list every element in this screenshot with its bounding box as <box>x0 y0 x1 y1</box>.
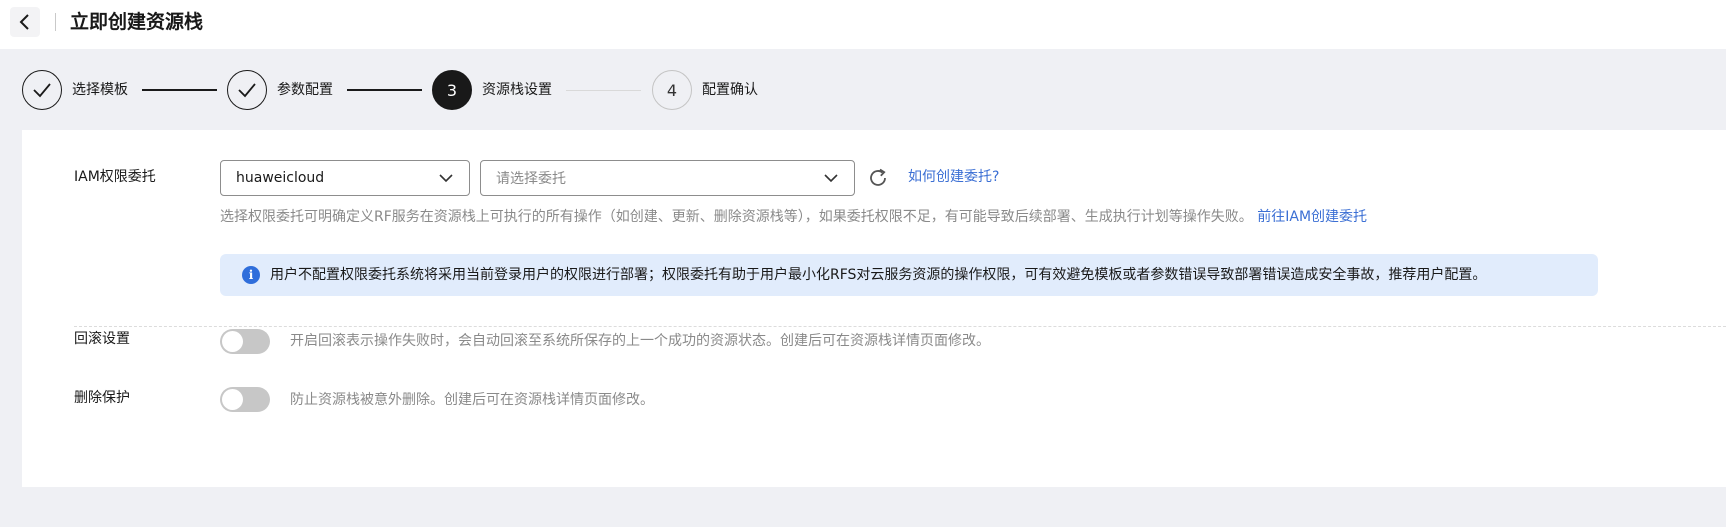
how-to-create-agency-link[interactable]: 如何创建委托? <box>908 167 999 187</box>
step-3-indicator: 3 <box>432 70 472 110</box>
agency-placeholder: 请选择委托 <box>496 171 566 187</box>
deletion-protection-label: 删除保护 <box>74 390 130 406</box>
go-to-iam-link[interactable]: 前往IAM创建委托 <box>1257 209 1367 225</box>
step-4-number: 4 <box>666 80 678 100</box>
step-connector <box>347 89 422 91</box>
iam-hint: 选择权限委托可明确定义RF服务在资源栈上可执行的所有操作（如创建、更新、删除资源… <box>220 207 1367 227</box>
top-bar: 立即创建资源栈 <box>0 0 1726 49</box>
check-icon <box>238 83 256 98</box>
step-3-label: 资源栈设置 <box>482 82 552 98</box>
agency-select[interactable]: 请选择委托 <box>480 160 855 196</box>
info-banner: i 用户不配置权限委托系统将采用当前登录用户的权限进行部署；权限委托有助于用户最… <box>220 254 1598 296</box>
step-1-label: 选择模板 <box>72 82 128 98</box>
step-3-number: 3 <box>446 80 458 100</box>
rollback-label: 回滚设置 <box>74 331 130 347</box>
stack-settings-card: IAM权限委托 huaweicloud 请选择委托 如何创建委托? 选择权限委托… <box>22 130 1726 487</box>
page-title: 立即创建资源栈 <box>70 11 204 33</box>
deletion-protection-description: 防止资源栈被意外删除。创建后可在资源栈详情页面修改。 <box>290 392 654 408</box>
back-button[interactable] <box>10 7 40 37</box>
check-icon <box>33 83 51 98</box>
chevron-down-icon <box>439 174 453 183</box>
step-2-indicator <box>227 70 267 110</box>
step-2-label: 参数配置 <box>277 82 333 98</box>
chevron-down-icon <box>824 174 838 183</box>
info-text: 用户不配置权限委托系统将采用当前登录用户的权限进行部署；权限委托有助于用户最小化… <box>270 267 1487 283</box>
stepper: 选择模板 参数配置 3 资源栈设置 4 配置确认 <box>0 70 1726 110</box>
iam-label: IAM权限委托 <box>74 169 156 185</box>
step-1-indicator <box>22 70 62 110</box>
rollback-description: 开启回滚表示操作失败时，会自动回滚至系统所保存的上一个成功的资源状态。创建后可在… <box>290 333 990 349</box>
provider-value: huaweicloud <box>236 170 325 186</box>
title-divider <box>55 13 56 31</box>
step-4-label: 配置确认 <box>702 82 758 98</box>
chevron-left-icon <box>19 14 29 30</box>
info-icon: i <box>242 266 260 284</box>
deletion-protection-toggle[interactable] <box>220 387 270 412</box>
section-divider <box>74 326 1726 327</box>
step-4-indicator: 4 <box>652 70 692 110</box>
refresh-icon[interactable] <box>867 167 889 189</box>
iam-hint-text: 选择权限委托可明确定义RF服务在资源栈上可执行的所有操作（如创建、更新、删除资源… <box>220 209 1253 225</box>
step-connector <box>142 89 217 91</box>
rollback-toggle[interactable] <box>220 329 270 354</box>
provider-select[interactable]: huaweicloud <box>220 160 470 196</box>
step-connector <box>566 90 641 91</box>
